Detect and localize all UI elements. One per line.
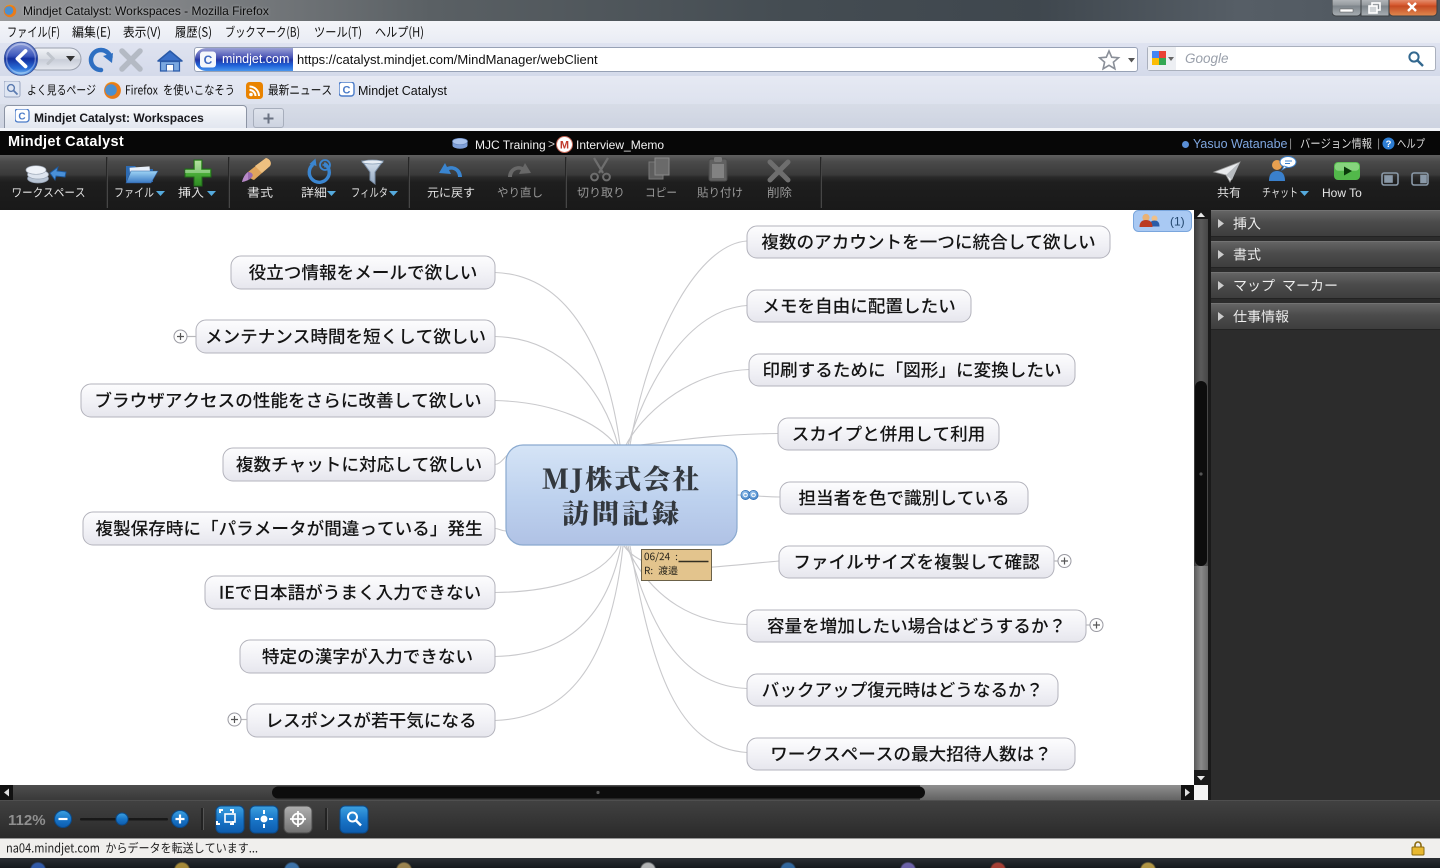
svg-text:(1): (1) xyxy=(1170,215,1185,229)
svg-text:112%: 112% xyxy=(8,812,46,829)
